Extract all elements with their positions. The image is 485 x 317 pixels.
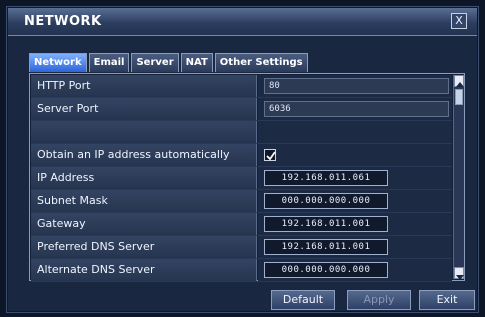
ip-address-label: IP Address: [31, 167, 257, 189]
setting-row-http-port: HTTP Port 80: [31, 75, 452, 98]
network-dialog: NETWORK X Network Email Server NAT Other…: [6, 6, 479, 313]
setting-row-blank: [31, 121, 452, 144]
scroll-up-arrow-icon[interactable]: [454, 75, 464, 87]
preferred-dns-cell: 192.168.011.001: [258, 236, 452, 258]
blank-row-cell: [258, 121, 452, 143]
settings-panel: HTTP Port 80 Server Port 6036 Obtain an …: [29, 73, 465, 282]
tab-other-settings[interactable]: Other Settings: [214, 53, 308, 72]
ip-address-input[interactable]: 192.168.011.061: [264, 170, 388, 186]
subnet-mask-cell: 000.000.000.000: [258, 190, 452, 212]
gateway-input[interactable]: 192.168.011.001: [264, 216, 388, 232]
scroll-down-arrow-icon[interactable]: [454, 267, 464, 280]
dhcp-checkbox[interactable]: [264, 149, 276, 161]
http-port-label: HTTP Port: [31, 75, 257, 97]
preferred-dns-input[interactable]: 192.168.011.001: [264, 239, 388, 255]
default-button[interactable]: Default: [271, 290, 335, 310]
server-port-input[interactable]: 6036: [264, 101, 449, 117]
subnet-mask-label: Subnet Mask: [31, 190, 257, 212]
vertical-scrollbar[interactable]: [453, 75, 464, 280]
exit-button[interactable]: Exit: [419, 290, 475, 310]
gateway-cell: 192.168.011.001: [258, 213, 452, 235]
setting-row-server-port: Server Port 6036: [31, 98, 452, 121]
tab-nat[interactable]: NAT: [180, 53, 213, 72]
gateway-label: Gateway: [31, 213, 257, 235]
dialog-footer: Default Apply Exit: [7, 290, 480, 310]
title-bar[interactable]: NETWORK X: [8, 8, 477, 36]
preferred-dns-label: Preferred DNS Server: [31, 236, 257, 258]
tab-server[interactable]: Server: [131, 53, 179, 72]
setting-row-preferred-dns: Preferred DNS Server 192.168.011.001: [31, 236, 452, 259]
dhcp-label: Obtain an IP address automatically: [31, 144, 257, 166]
alternate-dns-label: Alternate DNS Server: [31, 259, 257, 281]
setting-row-gateway: Gateway 192.168.011.001: [31, 213, 452, 236]
alternate-dns-input[interactable]: 000.000.000.000: [264, 262, 388, 278]
server-port-cell: 6036: [258, 98, 452, 120]
settings-list: HTTP Port 80 Server Port 6036 Obtain an …: [31, 75, 452, 282]
tab-network[interactable]: Network: [29, 53, 87, 72]
dhcp-cell: [258, 144, 452, 166]
subnet-mask-input[interactable]: 000.000.000.000: [264, 193, 388, 209]
apply-button[interactable]: Apply: [347, 290, 411, 310]
setting-row-dhcp: Obtain an IP address automatically: [31, 144, 452, 167]
close-icon[interactable]: X: [451, 13, 467, 29]
server-port-label: Server Port: [31, 98, 257, 120]
alternate-dns-cell: 000.000.000.000: [258, 259, 452, 281]
http-port-cell: 80: [258, 75, 452, 97]
setting-row-subnet-mask: Subnet Mask 000.000.000.000: [31, 190, 452, 213]
tab-bar: Network Email Server NAT Other Settings: [29, 53, 310, 72]
blank-row-label: [31, 121, 257, 143]
setting-row-alternate-dns: Alternate DNS Server 000.000.000.000: [31, 259, 452, 282]
checkmark-icon: [266, 151, 276, 161]
dialog-title: NETWORK: [24, 14, 102, 29]
http-port-input[interactable]: 80: [264, 78, 449, 94]
scroll-thumb[interactable]: [455, 89, 463, 105]
setting-row-ip-address: IP Address 192.168.011.061: [31, 167, 452, 190]
tab-email[interactable]: Email: [88, 53, 130, 72]
ip-address-cell: 192.168.011.061: [258, 167, 452, 189]
